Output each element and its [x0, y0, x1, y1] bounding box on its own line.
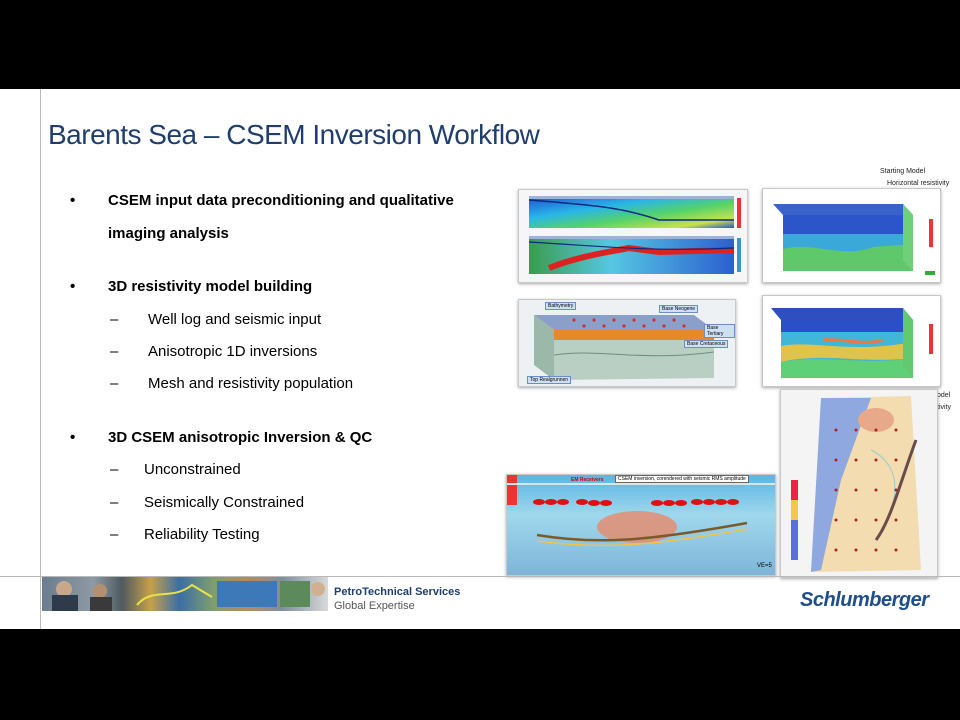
label-base-cretaceous: Base Cretaceous: [684, 340, 729, 348]
slide: Barents Sea – CSEM Inversion Workflow • …: [0, 89, 960, 629]
footer-subtitle: Global Expertise: [334, 600, 415, 612]
csem-sections-graphic: [519, 190, 747, 282]
label-base-tertiary: Base Tertiary: [704, 324, 735, 338]
cut-label-1: odel: [937, 392, 951, 399]
cut-label-2: tivity: [937, 404, 951, 411]
bullet-2-text: 3D resistivity model building: [108, 278, 313, 295]
left-divider: [40, 89, 41, 629]
ve-label: VE=5: [757, 563, 772, 569]
starting-model-label: Starting Model: [880, 168, 926, 175]
bullet-3-text: 3D CSEM anisotropic Inversion & QC: [108, 429, 373, 446]
sub-bullet-text: Well log and seismic input: [148, 311, 322, 328]
slide-title: Barents Sea – CSEM Inversion Workflow: [48, 119, 540, 150]
starting-model-graphic: [763, 189, 940, 282]
schlumberger-logo: Schlumberger: [800, 589, 929, 611]
dash-marker: –: [110, 526, 119, 543]
inversion-caption: CSEM inversion, corendered with seismic …: [615, 475, 749, 483]
label-bathymetry: Bathymetry: [545, 302, 577, 310]
csem-sections-image: [518, 189, 748, 283]
dash-marker: –: [110, 494, 119, 511]
label-base-neogene: Base Neogene: [659, 305, 699, 313]
dash-marker: –: [110, 375, 119, 392]
horizon-model-image: Bathymetry Base Neogene Base Tertiary Ba…: [518, 299, 736, 387]
inversion-section-image: EM Receivers CSEM inversion, corendered …: [506, 474, 776, 576]
dash-marker: –: [110, 461, 119, 478]
resistivity-model-image: [762, 295, 941, 387]
horizontal-resistivity-label: Horizontal resistivity: [887, 180, 950, 187]
sub-bullet-text: Mesh and resistivity population: [148, 375, 354, 392]
footer-photo-strip: [42, 577, 328, 611]
sub-bullet-text: Anisotropic 1D inversions: [148, 343, 318, 360]
map-view-graphic: [781, 390, 937, 577]
label-top-realgrunnen: Top Realgrunnen: [527, 376, 572, 384]
bullet-marker: •: [70, 429, 76, 446]
sub-bullet-text: Reliability Testing: [144, 526, 260, 543]
receivers-label: EM Receivers: [571, 477, 604, 483]
bullet-1-line2: imaging analysis: [108, 225, 229, 242]
bullet-marker: •: [70, 278, 76, 295]
dash-marker: –: [110, 343, 119, 360]
inversion-section-graphic: [507, 475, 775, 575]
bullet-1-line1: CSEM input data preconditioning and qual…: [108, 192, 454, 209]
starting-model-image: [762, 188, 941, 283]
sub-bullet-text: Seismically Constrained: [144, 494, 305, 511]
bullet-marker: •: [70, 192, 76, 209]
sub-bullet-text: Unconstrained: [144, 461, 241, 478]
map-view-image: [780, 389, 938, 578]
footer-photos-graphic: [52, 581, 325, 611]
footer-title: PetroTechnical Services: [334, 586, 461, 598]
dash-marker: –: [110, 311, 119, 328]
resistivity-model-graphic: [763, 296, 940, 386]
